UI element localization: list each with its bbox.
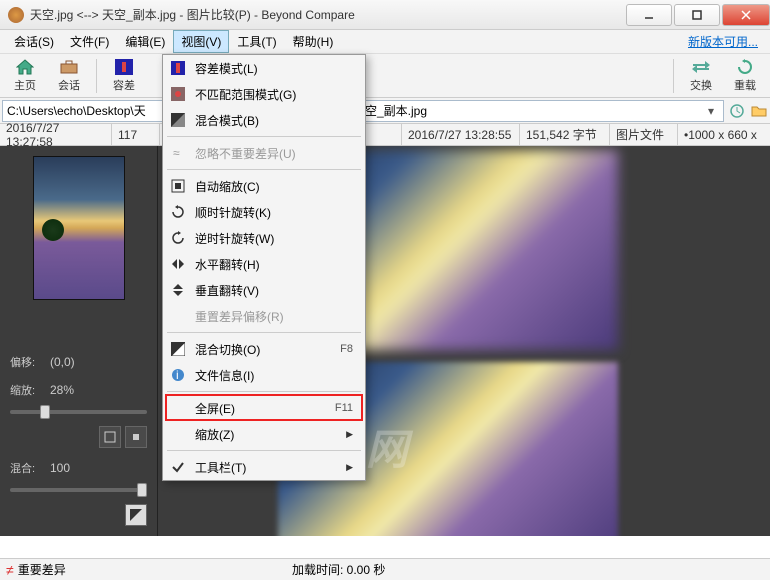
new-version-link[interactable]: 新版本可用... [688, 33, 764, 50]
submenu-arrow-icon: ▶ [346, 429, 353, 440]
swap-button[interactable]: 交换 [680, 56, 722, 96]
zoom-fit-button[interactable] [99, 426, 121, 448]
flip-v-icon [169, 281, 187, 299]
session-button[interactable]: 会话 [48, 56, 90, 96]
menubar: 会话(S) 文件(F) 编辑(E) 视图(V) 工具(T) 帮助(H) 新版本可… [0, 30, 770, 54]
content-area: 偏移: (0,0) 缩放: 28% 混合: 100 ⛶ ◻ [0, 146, 770, 536]
pathbar: C:\Users\echo\Desktop\天 C:\Users\echo\De… [0, 98, 770, 124]
blend-slider[interactable] [10, 488, 147, 492]
tolerance-button[interactable]: 容差 [103, 56, 145, 96]
left-timestamp: 2016/7/27 13:27:58 [0, 124, 112, 145]
home-button[interactable]: 主页 [4, 56, 46, 96]
zoom-actual-button[interactable] [125, 426, 147, 448]
briefcase-icon [59, 58, 79, 76]
blend-control: 混合: 100 [6, 460, 151, 476]
reload-button[interactable]: 重载 [724, 56, 766, 96]
flip-h-icon [169, 255, 187, 273]
menu-file[interactable]: 文件(F) [62, 30, 117, 53]
blend-value: 100 [50, 461, 70, 475]
rotate-ccw-icon [169, 229, 187, 247]
history-button[interactable] [726, 100, 748, 122]
control-panel: 偏移: (0,0) 缩放: 28% 混合: 100 [0, 146, 158, 536]
autozoom-icon [169, 177, 187, 195]
blend-toggle-button[interactable] [125, 504, 147, 526]
menu-separator [167, 136, 361, 137]
app-icon [8, 7, 24, 23]
tolerance-icon [169, 59, 187, 77]
zoom-control: 缩放: 28% [6, 382, 151, 398]
menu-item-approx: ≈忽略不重要差异(U) [163, 140, 365, 166]
offset-control: 偏移: (0,0) [6, 354, 151, 370]
menu-item-flip-v[interactable]: 垂直翻转(V) [163, 277, 365, 303]
menu-item-16[interactable]: 全屏(E)F11 [163, 395, 365, 421]
menu-separator [167, 450, 361, 451]
dimensions: 1000 x 660 x [688, 128, 757, 142]
zoom-value: 28% [50, 383, 74, 397]
window-titlebar: 天空.jpg <--> 天空_副本.jpg - 图片比较(P) - Beyond… [0, 0, 770, 30]
blend-toggle-icon [169, 340, 187, 358]
menu-view[interactable]: 视图(V) [173, 30, 229, 53]
file-type: 图片文件 [610, 124, 678, 145]
file-status-bar: 2016/7/27 13:27:58 117 2016/7/27 13:28:5… [0, 124, 770, 146]
check-icon [169, 458, 187, 476]
menu-item-autozoom[interactable]: 自动缩放(C) [163, 173, 365, 199]
svg-text:i: i [176, 368, 179, 382]
footer-statusbar: ≠ 重要差异 加载时间: 0.00 秒 [0, 558, 770, 580]
toolbar-separator [96, 59, 97, 93]
path-dropdown-icon[interactable]: ▾ [703, 104, 719, 118]
tolerance-icon [114, 58, 134, 76]
menu-item-mismatch[interactable]: 不匹配范围模式(G) [163, 81, 365, 107]
menu-item-rotate-cw[interactable]: 顺时针旋转(K) [163, 199, 365, 225]
reload-icon [735, 58, 755, 76]
zoom-slider[interactable] [10, 410, 147, 414]
menu-item-info[interactable]: i文件信息(I) [163, 362, 365, 388]
menu-item-17[interactable]: 缩放(Z)▶ [163, 421, 365, 447]
toolbar-separator [673, 59, 674, 93]
close-button[interactable] [722, 4, 770, 26]
menu-item-rotate-ccw[interactable]: 逆时针旋转(W) [163, 225, 365, 251]
menu-edit[interactable]: 编辑(E) [117, 30, 173, 53]
right-timestamp: 2016/7/27 13:28:55 [402, 124, 520, 145]
menu-separator [167, 391, 361, 392]
toolbar: 主页 会话 容差 交换 重载 [0, 54, 770, 98]
right-size: 151,542 字节 [520, 124, 610, 145]
diff-icon: ≠ [6, 562, 14, 578]
diff-label: 重要差异 [18, 561, 66, 578]
left-thumbnail[interactable] [33, 156, 125, 300]
menu-item-tolerance[interactable]: 容差模式(L) [163, 55, 365, 81]
menu-item-check[interactable]: 工具栏(T)▶ [163, 454, 365, 480]
home-icon [15, 58, 35, 76]
load-time: 加载时间: 0.00 秒 [292, 561, 385, 578]
window-title: 天空.jpg <--> 天空_副本.jpg - 图片比较(P) - Beyond… [30, 6, 624, 23]
info-icon: i [169, 366, 187, 384]
browse-button[interactable] [748, 100, 770, 122]
mismatch-icon [169, 85, 187, 103]
menu-item-blend-toggle[interactable]: 混合切换(O)F8 [163, 336, 365, 362]
menu-item-flip-h[interactable]: 水平翻转(H) [163, 251, 365, 277]
approx-icon: ≈ [169, 144, 187, 162]
minimize-button[interactable] [626, 4, 672, 26]
menu-separator [167, 169, 361, 170]
menu-item-11: 重置差异偏移(R) [163, 303, 365, 329]
maximize-button[interactable] [674, 4, 720, 26]
swap-icon [691, 58, 711, 76]
svg-text:≈: ≈ [173, 146, 180, 160]
rotate-cw-icon [169, 203, 187, 221]
menu-separator [167, 332, 361, 333]
blend-icon [169, 111, 187, 129]
left-size: 117 [112, 124, 160, 145]
submenu-arrow-icon: ▶ [346, 462, 353, 473]
menu-help[interactable]: 帮助(H) [285, 30, 342, 53]
menu-session[interactable]: 会话(S) [6, 30, 62, 53]
menu-item-blend[interactable]: 混合模式(B) [163, 107, 365, 133]
view-dropdown-menu: 容差模式(L)不匹配范围模式(G)混合模式(B) ≈忽略不重要差异(U) 自动缩放(… [162, 54, 366, 481]
offset-value: (0,0) [50, 355, 75, 369]
menu-tools[interactable]: 工具(T) [229, 30, 284, 53]
